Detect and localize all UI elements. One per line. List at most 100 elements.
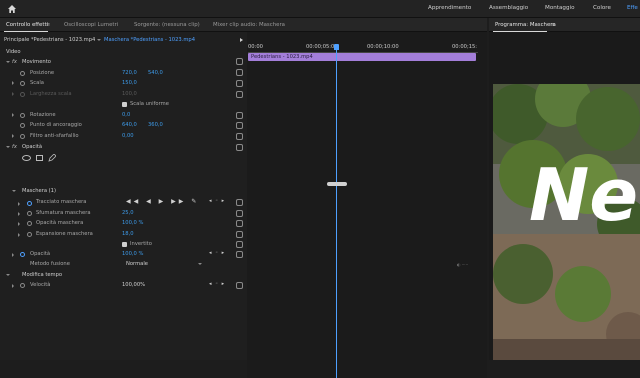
tab-lumetri-scopes[interactable]: Oscilloscopi Lumetri: [64, 22, 118, 28]
expand-icon[interactable]: [12, 284, 14, 288]
rectangle-mask-icon[interactable]: [36, 155, 43, 161]
expand-icon[interactable]: [12, 81, 14, 85]
anchor-label: Punto di ancoraggio: [30, 122, 82, 128]
reset-icon[interactable]: [236, 220, 243, 227]
inverted-checkbox[interactable]: [122, 242, 127, 247]
tab-effect-controls[interactable]: Controllo effetti: [6, 22, 48, 28]
effect-time-remap: Modifica tempo: [22, 272, 63, 278]
master-clip-label[interactable]: Principale *Pedestrians - 1023.mp4: [4, 37, 95, 43]
flicker-value[interactable]: 0,00: [122, 133, 134, 139]
tab-menu-icon[interactable]: ≡: [551, 22, 555, 28]
stopwatch-icon[interactable]: [20, 252, 25, 257]
expand-icon[interactable]: [12, 253, 14, 257]
reset-icon[interactable]: [236, 251, 243, 258]
timeline-zoom-indicator: ◐ ·····: [457, 262, 469, 267]
flicker-label: Filtro anti-sfarfallio: [30, 133, 79, 139]
tab-source[interactable]: Sorgente: (nessuna clip): [134, 22, 200, 28]
tab-menu-icon[interactable]: ≡: [46, 22, 50, 28]
expand-time-remap-icon[interactable]: [6, 274, 10, 276]
uniform-scale-checkbox[interactable]: [122, 102, 127, 107]
expand-mask-icon[interactable]: [12, 190, 16, 192]
blend-mode-select[interactable]: Normale: [126, 261, 148, 267]
stopwatch-icon[interactable]: [20, 123, 25, 128]
anchor-x[interactable]: 640,0: [122, 122, 137, 128]
keyframe-nav[interactable]: ◂ ◦ ▸: [209, 198, 225, 204]
workspace-bar: Apprendimento Assemblaggio Montaggio Col…: [0, 0, 640, 18]
expand-icon[interactable]: [18, 202, 20, 206]
mask-expansion-value[interactable]: 18,0: [122, 231, 134, 237]
stopwatch-icon[interactable]: [20, 134, 25, 139]
stopwatch-icon[interactable]: [27, 232, 32, 237]
panel-tabs: Controllo effetti ≡ Oscilloscopi Lumetri…: [0, 18, 487, 32]
mask-opacity-label: Opacità maschera: [36, 220, 84, 226]
reset-icon[interactable]: [236, 241, 243, 248]
reset-icon[interactable]: [236, 210, 243, 217]
reset-icon[interactable]: [236, 122, 243, 129]
reset-icon[interactable]: [236, 69, 243, 76]
speed-label: Velocità: [30, 282, 51, 288]
expand-icon[interactable]: [18, 222, 20, 226]
stopwatch-icon[interactable]: [20, 113, 25, 118]
keyframe-nav[interactable]: ◂ ◦ ▸: [209, 250, 225, 256]
chevron-down-icon: [97, 39, 101, 41]
position-y[interactable]: 540,0: [148, 70, 163, 76]
mask-label[interactable]: Maschera (1): [22, 188, 56, 194]
scale-width-label: Larghezza scala: [30, 91, 72, 97]
chevron-down-icon[interactable]: [198, 263, 202, 265]
play-only-audio-icon[interactable]: [240, 38, 243, 42]
stopwatch-icon[interactable]: [20, 283, 25, 288]
workspace-effects[interactable]: Effe: [627, 5, 638, 11]
expand-icon[interactable]: [12, 113, 14, 117]
stopwatch-icon[interactable]: [27, 201, 32, 206]
overlay-title-text: Ne: [529, 153, 639, 237]
reset-icon[interactable]: [236, 231, 243, 238]
scale-value[interactable]: 150,0: [122, 80, 137, 86]
opacity-value[interactable]: 100,0 %: [122, 251, 143, 257]
expand-icon[interactable]: [12, 134, 14, 138]
reset-icon[interactable]: [236, 91, 243, 98]
reset-icon[interactable]: [236, 58, 243, 65]
speed-value[interactable]: 100,00%: [122, 282, 145, 288]
rotation-value[interactable]: 0,0: [122, 112, 130, 118]
workspace-editing[interactable]: Montaggio: [545, 5, 575, 11]
position-label: Posizione: [30, 70, 55, 76]
anchor-y[interactable]: 360,0: [148, 122, 163, 128]
expand-opacity-icon[interactable]: [6, 146, 10, 148]
mask-opacity-value[interactable]: 100,0 %: [122, 220, 143, 226]
reset-icon[interactable]: [236, 80, 243, 87]
expand-motion-icon[interactable]: [6, 61, 10, 63]
position-x[interactable]: 720,0: [122, 70, 137, 76]
tab-program[interactable]: Programma: Maschera: [495, 22, 556, 28]
stopwatch-icon[interactable]: [20, 71, 25, 76]
stopwatch-icon[interactable]: [27, 221, 32, 226]
rotation-label: Rotazione: [30, 112, 56, 118]
workspace-color[interactable]: Colore: [593, 5, 611, 11]
reset-icon[interactable]: [236, 282, 243, 289]
reset-icon[interactable]: [236, 144, 243, 151]
mask-feather-label: Sfumatura maschera: [36, 210, 91, 216]
stopwatch-icon[interactable]: [27, 211, 32, 216]
mask-track-controls[interactable]: ◀◀ ◀ ▶ ▶▶ ✎: [126, 198, 199, 205]
effect-controls-panel: Controllo effetti ≡ Oscilloscopi Lumetri…: [0, 18, 487, 378]
mask-feather-value[interactable]: 25,0: [122, 210, 134, 216]
expand-icon[interactable]: [18, 212, 20, 216]
reset-icon[interactable]: [236, 133, 243, 140]
blend-mode-label: Metodo fusione: [30, 261, 70, 267]
tab-audio-clip-mixer[interactable]: Mixer clip audio: Maschera: [213, 22, 285, 28]
home-icon[interactable]: [7, 4, 17, 14]
opacity-label: Opacità: [30, 251, 51, 257]
reset-icon[interactable]: [236, 112, 243, 119]
timeline-scroll-handle[interactable]: [327, 182, 347, 186]
sequence-clip-label[interactable]: Maschera *Pedestrians - 1023.mp4: [104, 37, 195, 43]
reset-icon[interactable]: [236, 199, 243, 206]
ellipse-mask-icon[interactable]: [22, 155, 31, 161]
uniform-scale-label: Scala uniforme: [130, 101, 169, 107]
workspace-learning[interactable]: Apprendimento: [428, 5, 471, 11]
effect-motion: Movimento: [22, 59, 51, 65]
expand-icon[interactable]: [18, 233, 20, 237]
keyframe-nav[interactable]: ◂ ◦ ▸: [209, 281, 225, 287]
inverted-label: Invertito: [130, 241, 152, 247]
pen-mask-icon[interactable]: [48, 154, 56, 162]
stopwatch-icon[interactable]: [20, 81, 25, 86]
workspace-assembly[interactable]: Assemblaggio: [489, 5, 528, 11]
